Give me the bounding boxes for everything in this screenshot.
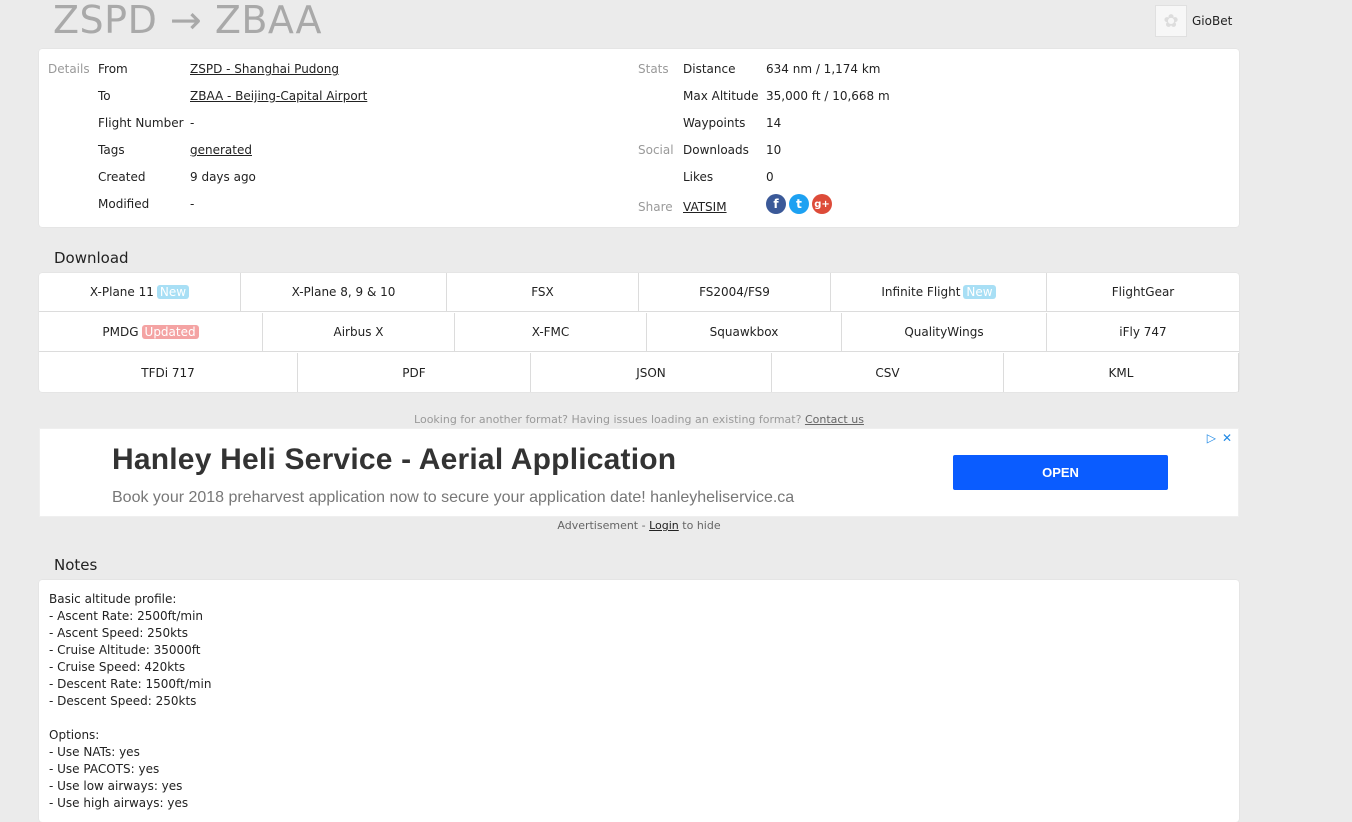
- download-row-3: TFDi 717 PDF JSON CSV KML: [39, 353, 1239, 392]
- download-label: X-Plane 11: [89, 285, 154, 299]
- download-label: FSX: [531, 285, 554, 299]
- modified-value: -: [190, 197, 195, 211]
- page-title: ZSPD → ZBAA: [53, 0, 322, 42]
- details-card: Details From ZSPD - Shanghai Pudong To Z…: [39, 49, 1239, 227]
- download-label: FlightGear: [1111, 285, 1175, 299]
- download-label: TFDi 717: [141, 365, 195, 380]
- download-fs2004-button[interactable]: FS2004/FS9: [639, 273, 831, 312]
- download-pdf-button[interactable]: PDF: [298, 353, 531, 392]
- ad-note-prefix: Advertisement -: [557, 519, 646, 532]
- download-fsx-button[interactable]: FSX: [447, 273, 639, 312]
- download-label: X-Plane 8, 9 & 10: [291, 285, 396, 299]
- close-icon[interactable]: ✕: [1222, 431, 1232, 445]
- waypoints-value: 14: [766, 116, 782, 130]
- tag-link[interactable]: generated: [190, 143, 252, 157]
- download-kml-button[interactable]: KML: [1004, 353, 1239, 392]
- tags-label: Tags: [98, 143, 125, 157]
- adchoices-icon[interactable]: ▷: [1207, 431, 1216, 445]
- ad-note-suffix: to hide: [682, 519, 721, 532]
- download-xplane11-button[interactable]: X-Plane 11 New: [39, 273, 241, 312]
- advertisement-banner[interactable]: ▷ ✕ Hanley Heli Service - Aerial Applica…: [39, 428, 1239, 517]
- download-label: KML: [1108, 365, 1134, 380]
- likes-label: Likes: [683, 170, 714, 184]
- download-flightgear-button[interactable]: FlightGear: [1047, 273, 1239, 312]
- ad-subtitle[interactable]: Book your 2018 preharvest application no…: [112, 489, 794, 507]
- download-csv-button[interactable]: CSV: [772, 353, 1004, 392]
- likes-value: 0: [766, 170, 774, 184]
- download-label: Infinite Flight: [881, 285, 961, 299]
- created-value: 9 days ago: [190, 170, 256, 184]
- download-pmdg-button[interactable]: PMDG Updated: [39, 313, 263, 352]
- download-section-title: Download: [54, 249, 129, 267]
- username[interactable]: GioBet: [1192, 14, 1232, 28]
- download-row-1: X-Plane 11 New X-Plane 8, 9 & 10 FSX FS2…: [39, 273, 1239, 312]
- updated-badge: Updated: [141, 325, 199, 339]
- download-json-button[interactable]: JSON: [531, 353, 772, 392]
- format-help-message: Looking for another format? Having issue…: [414, 413, 802, 426]
- stats-section-label: Stats: [638, 62, 669, 76]
- download-xfmc-button[interactable]: X-FMC: [455, 313, 647, 352]
- from-label: From: [98, 62, 128, 76]
- vatsim-share-link[interactable]: VATSIM: [683, 200, 727, 214]
- downloads-value: 10: [766, 143, 782, 157]
- download-label: Airbus X: [333, 325, 384, 339]
- distance-value: 634 nm / 1,174 km: [766, 62, 881, 76]
- download-airbus-x-button[interactable]: Airbus X: [263, 313, 455, 352]
- max-altitude-label: Max Altitude: [683, 89, 759, 103]
- download-label: CSV: [875, 365, 900, 380]
- avatar[interactable]: ✿: [1155, 5, 1187, 37]
- notes-section-title: Notes: [54, 556, 98, 574]
- download-label: QualityWings: [904, 325, 984, 339]
- modified-label: Modified: [98, 197, 150, 211]
- facebook-icon[interactable]: f: [766, 194, 786, 214]
- from-airport-link[interactable]: ZSPD - Shanghai Pudong: [190, 62, 339, 76]
- to-airport-link[interactable]: ZBAA - Beijing-Capital Airport: [190, 89, 367, 103]
- login-link[interactable]: Login: [649, 519, 679, 532]
- download-row-2: PMDG Updated Airbus X X-FMC Squawkbox Qu…: [39, 313, 1239, 352]
- download-label: FS2004/FS9: [699, 285, 770, 299]
- created-label: Created: [98, 170, 146, 184]
- distance-label: Distance: [683, 62, 736, 76]
- download-qualitywings-button[interactable]: QualityWings: [842, 313, 1047, 352]
- ad-open-button[interactable]: OPEN: [953, 455, 1168, 490]
- ad-choices[interactable]: ▷ ✕: [1207, 431, 1232, 445]
- user-menu[interactable]: ✿ GioBet: [1155, 5, 1232, 37]
- download-label: X-FMC: [531, 325, 570, 339]
- flight-number-value: -: [190, 116, 195, 130]
- ad-title[interactable]: Hanley Heli Service - Aerial Application: [112, 443, 676, 477]
- share-icons: f t g+: [766, 194, 832, 214]
- details-section-label: Details: [48, 62, 90, 76]
- waypoints-label: Waypoints: [683, 116, 746, 130]
- downloads-label: Downloads: [683, 143, 749, 157]
- to-label: To: [98, 89, 111, 103]
- flight-number-label: Flight Number: [98, 116, 184, 130]
- notes-card: Basic altitude profile: - Ascent Rate: 2…: [39, 580, 1239, 822]
- download-xplane-8-9-10-button[interactable]: X-Plane 8, 9 & 10: [241, 273, 447, 312]
- download-tfdi717-button[interactable]: TFDi 717: [39, 353, 298, 392]
- download-infinite-flight-button[interactable]: Infinite Flight New: [831, 273, 1047, 312]
- download-label: PMDG: [102, 325, 139, 339]
- download-squawkbox-button[interactable]: Squawkbox: [647, 313, 842, 352]
- notes-text: Basic altitude profile: - Ascent Rate: 2…: [49, 592, 212, 810]
- download-ifly747-button[interactable]: iFly 747: [1047, 313, 1239, 352]
- download-label: iFly 747: [1119, 325, 1167, 339]
- new-badge: New: [963, 285, 996, 299]
- download-label: JSON: [636, 365, 666, 380]
- new-badge: New: [156, 285, 190, 299]
- download-label: Squawkbox: [709, 325, 779, 339]
- social-section-label: Social: [638, 143, 674, 157]
- ad-note: Advertisement - Login to hide: [0, 519, 1278, 532]
- max-altitude-value: 35,000 ft / 10,668 m: [766, 89, 890, 103]
- contact-us-link[interactable]: Contact us: [805, 413, 864, 426]
- download-grid: X-Plane 11 New X-Plane 8, 9 & 10 FSX FS2…: [39, 273, 1239, 392]
- format-help-text: Looking for another format? Having issue…: [0, 413, 1278, 426]
- google-plus-icon[interactable]: g+: [812, 194, 832, 214]
- download-label: PDF: [402, 365, 426, 380]
- twitter-icon[interactable]: t: [789, 194, 809, 214]
- share-section-label: Share: [638, 200, 673, 214]
